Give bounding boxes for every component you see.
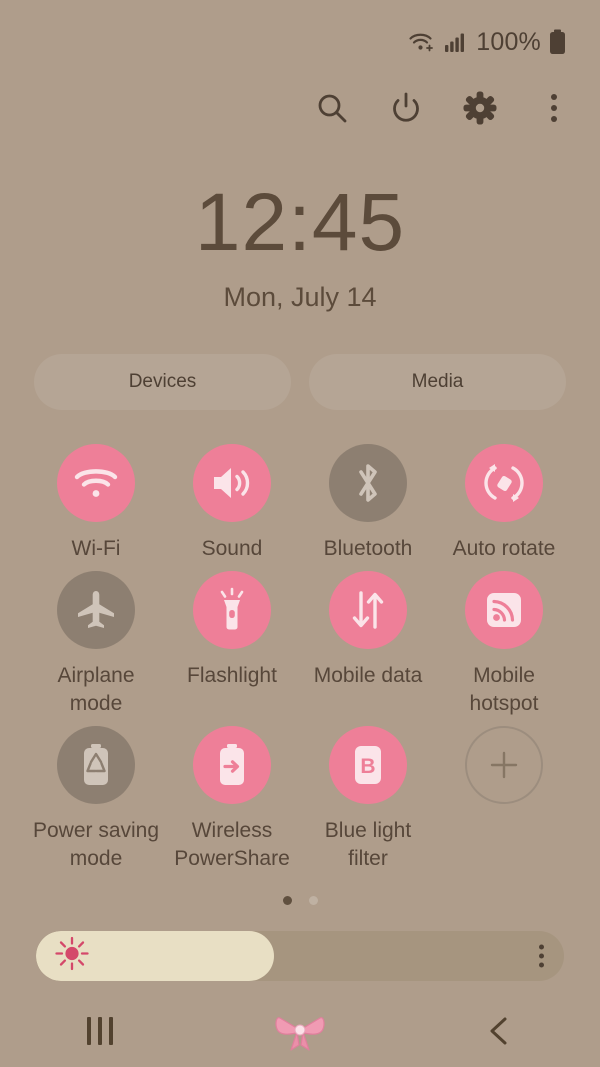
clock-date: Mon, July 14 bbox=[223, 282, 377, 312]
toggle-label: Wi-Fi bbox=[71, 537, 121, 560]
toggle-flashlight[interactable]: Flashlight bbox=[164, 570, 300, 718]
toggle-label: Flashlight bbox=[187, 663, 277, 687]
toggle-label: Power saving mode bbox=[32, 818, 160, 870]
blue-light-filter-icon: B bbox=[329, 725, 407, 804]
clock-time: 12:45 bbox=[194, 177, 406, 268]
flashlight-icon bbox=[193, 570, 271, 649]
toggle-label: Auto rotate bbox=[452, 537, 556, 560]
gear-icon[interactable] bbox=[460, 88, 500, 128]
search-icon[interactable] bbox=[312, 88, 352, 128]
toggle-label: Blue light filter bbox=[324, 818, 412, 870]
wifi-plus-icon bbox=[408, 29, 438, 55]
toggle-bluetooth[interactable]: Bluetooth bbox=[300, 444, 436, 563]
back-icon[interactable] bbox=[455, 1001, 545, 1061]
toggle-blue-light-filter[interactable]: B Blue light filter bbox=[300, 725, 436, 873]
wifi-icon bbox=[57, 444, 135, 522]
power-saving-icon bbox=[57, 725, 135, 804]
svg-text:B: B bbox=[360, 755, 375, 778]
airplane-icon bbox=[57, 570, 135, 649]
quick-settings-grid: Wi-Fi Sound Bluetooth Auto rotate Airpla… bbox=[28, 444, 572, 873]
hotspot-icon bbox=[465, 570, 543, 649]
devices-button[interactable]: Devices bbox=[34, 354, 291, 410]
recents-icon[interactable] bbox=[55, 1001, 145, 1061]
page-dot-inactive[interactable] bbox=[308, 896, 318, 905]
toggle-label: Wireless PowerShare bbox=[174, 818, 290, 870]
toggle-airplane-mode[interactable]: Airplane mode bbox=[28, 570, 164, 718]
auto-rotate-icon bbox=[465, 444, 543, 522]
toggle-mobile-hotspot[interactable]: Mobile hotspot bbox=[436, 570, 572, 718]
mobile-data-icon bbox=[329, 570, 407, 649]
media-button[interactable]: Media bbox=[309, 354, 566, 410]
toggle-label: Sound bbox=[201, 537, 263, 560]
add-icon bbox=[465, 725, 543, 804]
navigation-bar bbox=[0, 995, 600, 1067]
toggle-label: Airplane mode bbox=[57, 663, 135, 715]
bluetooth-icon bbox=[329, 444, 407, 522]
battery-full-icon bbox=[549, 29, 566, 55]
page-indicator bbox=[0, 896, 600, 905]
power-icon[interactable] bbox=[386, 88, 426, 128]
clock-area: 12:45 Mon, July 14 bbox=[0, 182, 600, 313]
brightness-slider[interactable] bbox=[36, 931, 564, 981]
toggle-power-saving-mode[interactable]: Power saving mode bbox=[28, 725, 164, 873]
add-toggle-button[interactable] bbox=[436, 725, 572, 873]
home-bow-icon[interactable] bbox=[255, 1001, 345, 1061]
brightness-sun-icon bbox=[54, 936, 90, 977]
quick-panel-header bbox=[312, 88, 574, 128]
battery-percent-label: 100% bbox=[476, 27, 541, 56]
brightness-options-icon[interactable] bbox=[539, 944, 544, 968]
toggle-label: Mobile hotspot bbox=[469, 663, 539, 715]
toggle-wifi[interactable]: Wi-Fi bbox=[28, 444, 164, 563]
toggle-auto-rotate[interactable]: Auto rotate bbox=[436, 444, 572, 563]
toggle-label: Bluetooth bbox=[323, 537, 413, 560]
toggle-label: Mobile data bbox=[313, 663, 423, 687]
toggle-wireless-powershare[interactable]: Wireless PowerShare bbox=[164, 725, 300, 873]
page-dot-active[interactable] bbox=[282, 896, 292, 905]
quick-access-pills: Devices Media bbox=[34, 354, 566, 410]
cellular-signal-icon bbox=[444, 31, 466, 53]
more-options-icon[interactable] bbox=[534, 88, 574, 128]
toggle-mobile-data[interactable]: Mobile data bbox=[300, 570, 436, 718]
status-bar: 100% bbox=[0, 0, 600, 84]
wireless-powershare-icon bbox=[193, 725, 271, 804]
toggle-sound[interactable]: Sound bbox=[164, 444, 300, 563]
sound-icon bbox=[193, 444, 271, 522]
